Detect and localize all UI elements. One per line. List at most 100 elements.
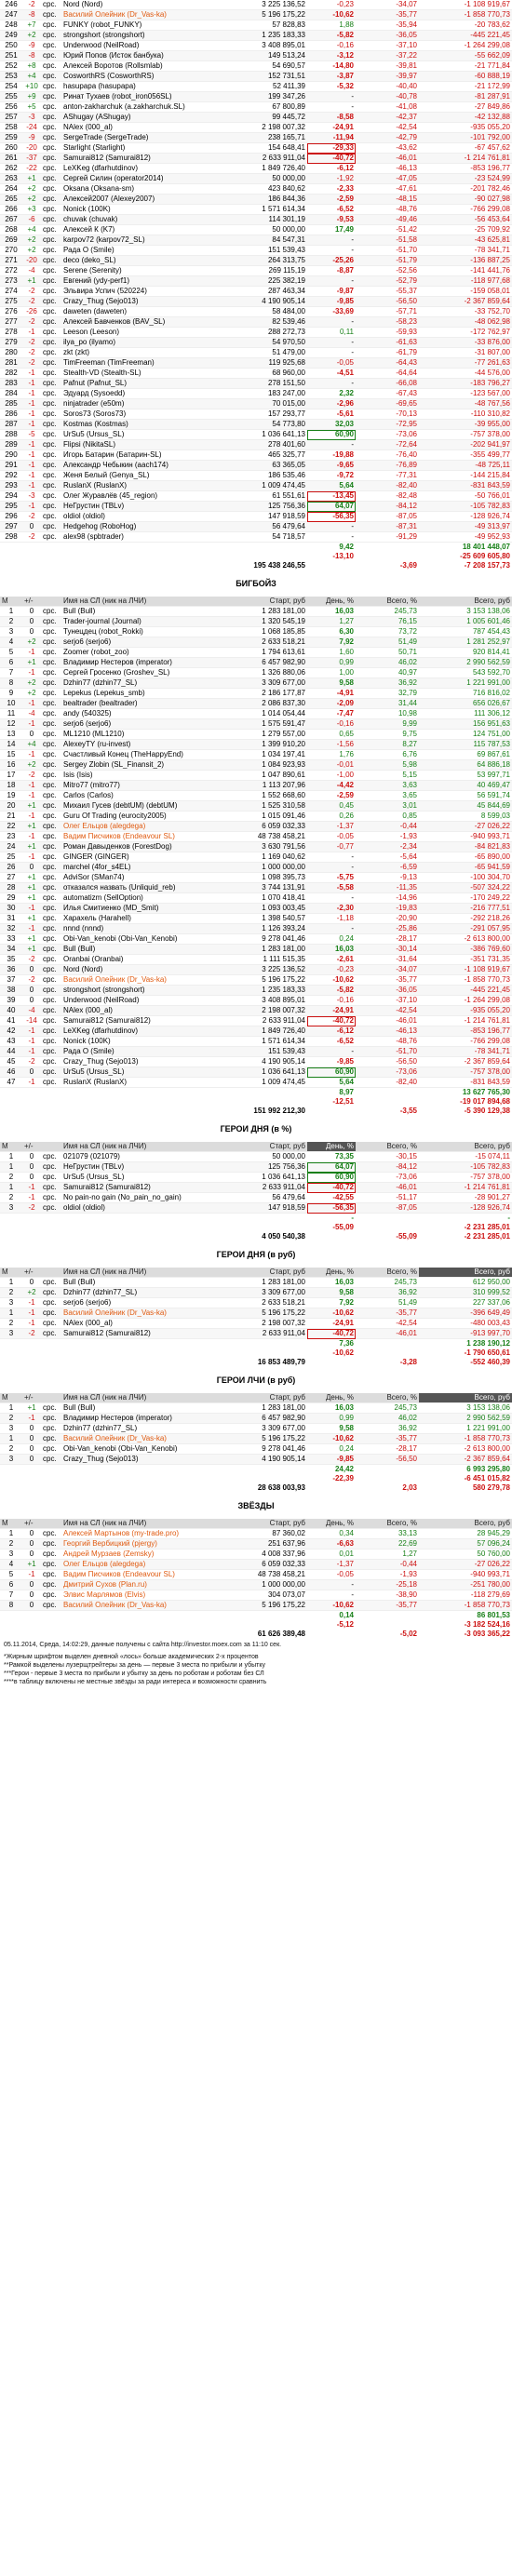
type-cell: срс. <box>41 255 61 266</box>
start-cell: 1 235 183,33 <box>235 985 307 996</box>
start-cell: 48 738 458,21 <box>235 831 307 842</box>
name-cell: Crazy_Thug (Sejo013) <box>61 1056 235 1067</box>
table-heroes_pct: М +/- Имя на СЛ (ник на ЛЧИ) Старт, руб День… <box>0 1142 512 1241</box>
day-pct-cell: -4,51 <box>307 368 356 379</box>
name-cell: Crazy_Thug (Sejo013) <box>61 296 235 307</box>
change-cell: -2 <box>22 1056 41 1067</box>
summary-total-start: 28 638 003,93 <box>235 1483 307 1493</box>
start-cell: 1 113 207,96 <box>235 780 307 791</box>
table-row: 267 -6 срс. chuvak (chuvak) 114 301,19 -9,53-… <box>0 214 512 225</box>
place-cell: 1 <box>0 1151 22 1162</box>
name-cell: Isis (Isis) <box>61 770 235 781</box>
type-cell: срс. <box>41 1077 61 1088</box>
type-cell: срс. <box>41 194 61 205</box>
column-header: +/- <box>22 597 41 607</box>
change-cell: -1 <box>22 780 41 791</box>
total-pct-cell: -35,77 <box>356 1308 419 1319</box>
start-cell: 52 411,39 <box>235 81 307 92</box>
start-cell: 67 800,89 <box>235 101 307 113</box>
table-row: 251 -8 срс. Юрий Попов (Исток банбука) 149 5… <box>0 50 512 61</box>
name-cell: Владимир Нестеров (imperator) <box>61 657 235 668</box>
total-rub-cell: 45 844,69 <box>419 800 512 812</box>
total-pct-cell: -14,96 <box>356 892 419 904</box>
column-header: Имя на СЛ (ник на ЛЧИ) <box>61 597 235 607</box>
table-row: 287 -1 срс. Kostmas (Kostmas) 54 773,80 32,03… <box>0 419 512 430</box>
total-pct-cell: -52,79 <box>356 275 419 287</box>
start-cell: 54 718,57 <box>235 531 307 543</box>
total-rub-cell: -50 766,01 <box>419 490 512 502</box>
name-cell: Crazy_Thug (Sejo013) <box>61 1454 235 1465</box>
place-cell: 27 <box>0 872 22 883</box>
name-cell: НеГрустин (TBLv) <box>61 501 235 512</box>
name-cell: automatizm (SellOption) <box>61 892 235 904</box>
type-cell: срс. <box>41 439 61 450</box>
start-cell: 63 365,05 <box>235 460 307 471</box>
total-pct-cell: 245,73 <box>356 1402 419 1414</box>
start-cell: 278 151,50 <box>235 378 307 389</box>
type-cell: срс. <box>41 1297 61 1308</box>
start-cell: 186 844,36 <box>235 194 307 205</box>
table-row: 297 0 срс. Hedgehog (RoboHog) 56 479,64- -87,… <box>0 521 512 532</box>
total-rub-cell: -27 026,22 <box>419 821 512 832</box>
day-pct-cell: 0,26 <box>307 811 356 822</box>
change-cell: -1 <box>22 501 41 512</box>
type-cell: срс. <box>41 306 61 317</box>
type-cell: срс. <box>41 770 61 781</box>
type-cell: срс. <box>41 647 61 658</box>
type-cell: срс. <box>41 933 61 945</box>
start-cell: 147 918,59 <box>235 1202 307 1214</box>
change-cell: 0 <box>22 1423 41 1434</box>
type-cell: срс. <box>41 1433 61 1444</box>
place-cell: 282 <box>0 368 22 379</box>
total-pct-cell: 22,69 <box>356 1538 419 1550</box>
name-cell: Счастливый Конец (TheHappyEnd) <box>61 749 235 760</box>
table-row: 1 0 срс. Bull (Bull) 1 283 181,00 16,03 245,73… <box>0 1277 512 1288</box>
table-row: 281 -2 срс. TimFreeman (TimFreeman) 119 925,… <box>0 357 512 369</box>
day-pct-cell: -8,58 <box>307 112 356 123</box>
start-cell: 1 084 923,93 <box>235 759 307 771</box>
day-pct-cell: 32,03 <box>307 419 356 430</box>
table-row: 277 -2 срс. Алексей Бавченков (BAV_SL) 82 53… <box>0 316 512 328</box>
place-cell: 3 <box>0 1549 22 1560</box>
change-cell: +7 <box>22 20 41 31</box>
day-pct-cell: -10,62 <box>307 1433 356 1444</box>
start-cell: 465 325,77 <box>235 449 307 461</box>
name-cell: Starlight (Starlight) <box>61 142 235 154</box>
total-pct-cell: -41,08 <box>356 101 419 113</box>
name-cell: daweten (daweten) <box>61 306 235 317</box>
change-cell: +1 <box>22 275 41 287</box>
day-pct-cell: 0,65 <box>307 729 356 740</box>
day-pct-cell: 60,90 <box>307 1172 356 1183</box>
type-cell: срс. <box>41 821 61 832</box>
table-row: 262 -22 срс. LeXKeg (dfarhutdinov) 1 849 726… <box>0 163 512 174</box>
type-cell: срс. <box>41 1161 61 1173</box>
day-pct-cell: -9,53 <box>307 214 356 225</box>
place-cell: 2 <box>0 1413 22 1424</box>
day-pct-cell: -10,62 <box>307 974 356 986</box>
type-cell: срс. <box>41 163 61 174</box>
day-pct-cell: -2,96 <box>307 398 356 409</box>
start-cell: 1 036 641,13 <box>235 1067 307 1078</box>
type-cell: срс. <box>41 245 61 256</box>
type-cell: срс. <box>41 409 61 420</box>
name-cell: Тунецдец (robot_Rokki) <box>61 626 235 637</box>
day-pct-cell: 9,58 <box>307 678 356 689</box>
total-pct-cell: -35,77 <box>356 1600 419 1611</box>
summary-rub-minus: -2 231 285,01 <box>356 1223 512 1232</box>
type-cell: срс. <box>41 1182 61 1193</box>
place-cell: 247 <box>0 9 22 20</box>
name-cell: Trader-journal (Journal) <box>61 616 235 627</box>
table-row: 254 +10 срс. hasupapa (hasupapa) 52 411,39 -5… <box>0 81 512 92</box>
start-cell: 269 115,19 <box>235 265 307 276</box>
day-pct-cell: - <box>307 531 356 543</box>
type-cell: срс. <box>41 1005 61 1016</box>
table-row: 32 -1 срс. nnnd (nnnd) 1 126 393,24- -25,86 -2… <box>0 923 512 934</box>
total-rub-cell: -43 625,81 <box>419 235 512 246</box>
name-cell: ML1210 (ML1210) <box>61 729 235 740</box>
type-cell: срс. <box>41 903 61 914</box>
start-cell: 1 000 000,00 <box>235 1579 307 1590</box>
start-cell: 2 633 911,04 <box>235 1328 307 1339</box>
total-rub-cell: -84 821,83 <box>419 841 512 852</box>
table-row: 38 0 срс. strongshort (strongshort) 1 235 18… <box>0 985 512 996</box>
total-pct-cell: -57,71 <box>356 306 419 317</box>
